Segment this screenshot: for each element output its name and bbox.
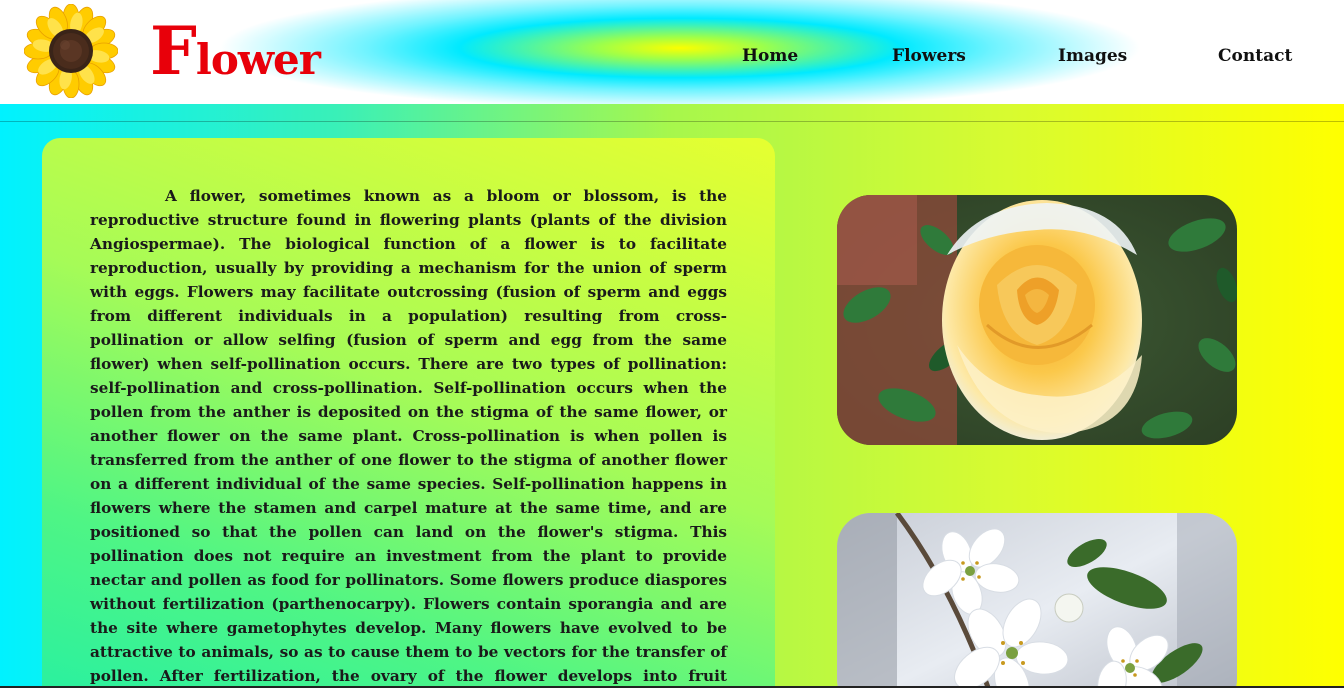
article-text: A flower, sometimes known as a bloom or … — [90, 187, 727, 685]
nav-images[interactable]: Images — [1058, 46, 1127, 66]
yellow-rose-photo — [837, 195, 1237, 445]
white-cherry-blossom-photo — [837, 513, 1237, 688]
nav-contact[interactable]: Contact — [1218, 46, 1292, 66]
site-header: Flower Home Flowers Images Contact — [0, 0, 1344, 104]
main-nav: Home Flowers Images Contact — [0, 46, 1344, 70]
nav-home[interactable]: Home — [742, 46, 798, 66]
header-divider — [0, 121, 1344, 122]
nav-flowers[interactable]: Flowers — [892, 46, 966, 66]
article-card: A flower, sometimes known as a bloom or … — [42, 138, 775, 688]
